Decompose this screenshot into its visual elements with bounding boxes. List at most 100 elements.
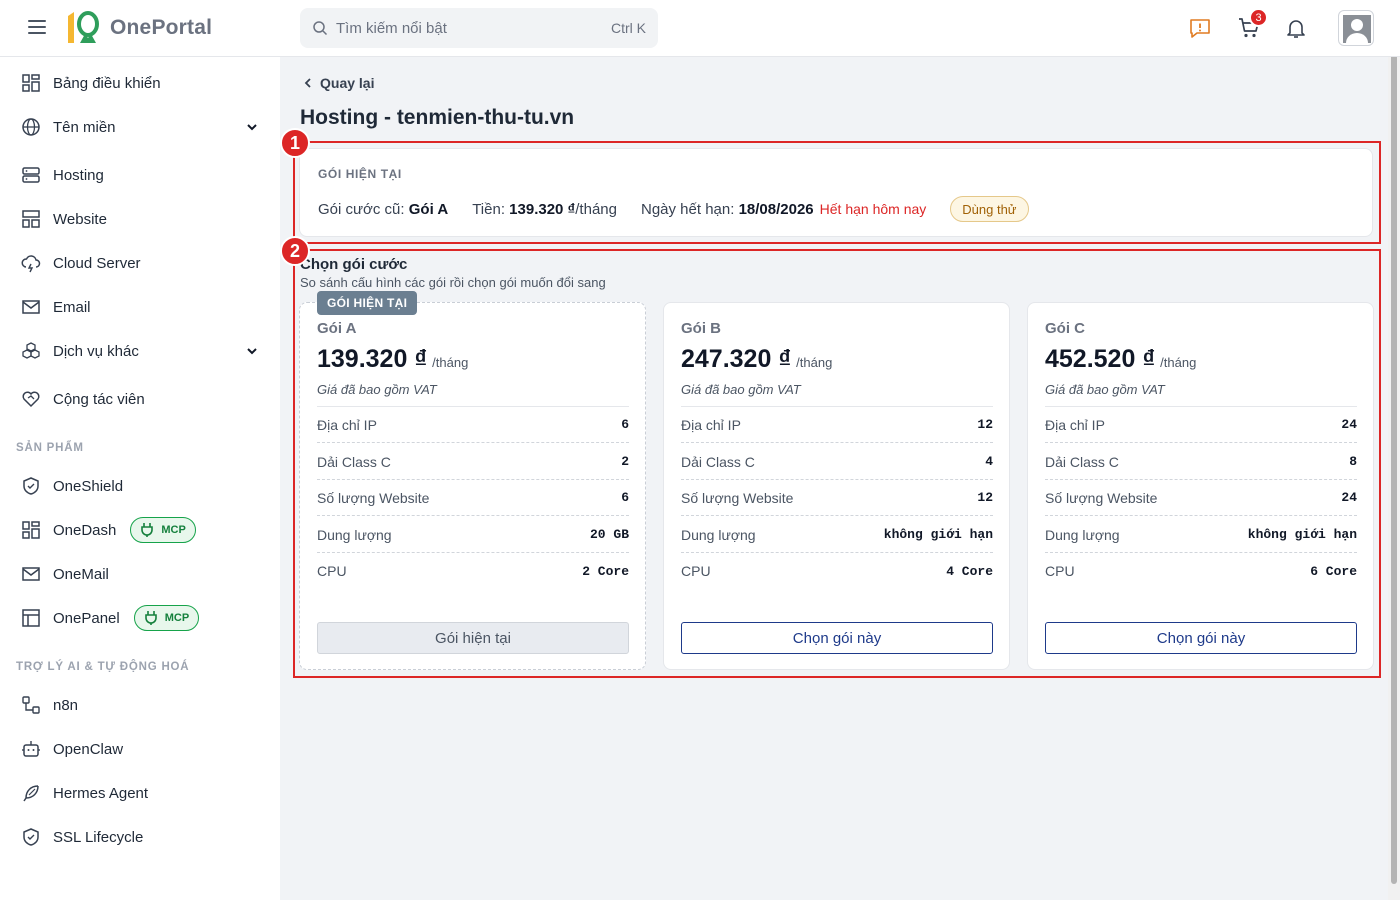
mail-icon xyxy=(20,296,42,318)
plan-price-unit: /tháng xyxy=(1160,355,1197,370)
plan-vat-note: Giá đã bao gồm VAT xyxy=(317,382,437,397)
plan-name: Gói B xyxy=(681,320,721,337)
spec-row-ip: Địa chỉ IP 12 xyxy=(681,407,993,443)
spec-key: Địa chỉ IP xyxy=(317,416,377,433)
sidebar-item-dashboard[interactable]: Bảng điều khiển xyxy=(0,63,280,103)
current-plan-button: Gói hiện tại xyxy=(317,622,629,654)
scrollbar-thumb[interactable] xyxy=(1391,4,1397,884)
sidebar-item-hosting[interactable]: Hosting xyxy=(0,155,280,195)
sidebar-item-oneshield[interactable]: OneShield xyxy=(0,466,280,506)
bell-icon[interactable] xyxy=(1284,16,1308,40)
chevron-down-icon xyxy=(247,348,257,355)
current-plan-details: Gói cước cũ: Gói A Tiền: 139.320 ₫/tháng… xyxy=(318,196,1029,222)
spec-row-storage: Dung lượng 20 GB xyxy=(317,517,629,553)
sidebar: Bảng điều khiển Tên miền Hosting Website… xyxy=(0,57,280,900)
spec-row-websites: Số lượng Website 6 xyxy=(317,480,629,516)
sidebar-item-ssl-lifecycle[interactable]: SSL Lifecycle xyxy=(0,817,280,857)
spec-row-class-c: Dải Class C 4 xyxy=(681,444,993,480)
spec-value: không giới hạn xyxy=(883,527,993,542)
spec-key: CPU xyxy=(681,563,711,579)
sidebar-item-openclaw[interactable]: OpenClaw xyxy=(0,729,280,769)
app-name: OnePortal xyxy=(110,16,213,39)
spec-value: 8 xyxy=(1349,454,1357,469)
spec-key: CPU xyxy=(1045,563,1075,579)
avatar[interactable] xyxy=(1338,10,1374,46)
plan-vat-note: Giá đã bao gồm VAT xyxy=(1045,382,1165,397)
sidebar-item-onedash[interactable]: OneDash MCP xyxy=(0,510,280,550)
workflow-icon xyxy=(20,694,42,716)
sidebar-item-cloud-server[interactable]: Cloud Server xyxy=(0,243,280,283)
section-title-products: SẢN PHẨM xyxy=(16,442,84,454)
robot-icon xyxy=(20,738,42,760)
expiry-label: Ngày hết hạn: xyxy=(640,200,735,218)
sidebar-item-onepanel[interactable]: OnePanel MCP xyxy=(0,598,280,638)
spec-row-websites: Số lượng Website 24 xyxy=(1045,480,1357,516)
globe-icon xyxy=(20,116,42,138)
sidebar-item-onemail[interactable]: OneMail xyxy=(0,554,280,594)
sidebar-item-label: Cloud Server xyxy=(53,254,141,272)
plan-price-amount: 247.320 ₫ xyxy=(681,345,792,373)
shield-icon xyxy=(20,475,42,497)
spec-key: Dung lượng xyxy=(1045,526,1120,543)
chevron-left-icon xyxy=(304,78,311,88)
menu-icon[interactable] xyxy=(28,20,46,36)
search-input[interactable] xyxy=(336,19,611,37)
sidebar-item-label: OneDash xyxy=(53,521,117,539)
price-unit: /tháng xyxy=(575,200,617,218)
sidebar-item-label: OnePanel xyxy=(53,609,120,627)
spec-key: CPU xyxy=(317,563,347,579)
back-link[interactable]: Quay lại xyxy=(302,75,374,91)
spec-value: không giới hạn xyxy=(1247,527,1357,542)
spec-key: Số lượng Website xyxy=(1045,489,1158,506)
mail-icon xyxy=(20,563,42,585)
price-label: Tiền: xyxy=(472,200,505,218)
sidebar-item-label: Tên miền xyxy=(53,118,116,136)
mcp-badge-label: MCP xyxy=(161,524,186,536)
spec-value: 12 xyxy=(977,417,993,432)
spec-key: Địa chỉ IP xyxy=(1045,416,1105,433)
expiry-value: 18/08/2026 xyxy=(738,200,814,218)
plan-price: 247.320 ₫ /tháng xyxy=(681,345,832,374)
sidebar-item-n8n[interactable]: n8n xyxy=(0,685,280,725)
sidebar-item-other-services[interactable]: Dịch vụ khác xyxy=(0,331,280,371)
app-logo[interactable]: OnePortal xyxy=(64,10,212,46)
page-scrollbar[interactable] xyxy=(1388,0,1400,900)
spec-value: 4 Core xyxy=(946,563,993,579)
cart-count-badge: 3 xyxy=(1249,8,1268,27)
select-plan-c-button[interactable]: Chọn gói này xyxy=(1045,622,1357,654)
select-plan-b-button[interactable]: Chọn gói này xyxy=(681,622,993,654)
spec-row-cpu: CPU 4 Core xyxy=(681,553,993,589)
spec-row-storage: Dung lượng không giới hạn xyxy=(681,517,993,553)
plan-select-subtitle: So sánh cấu hình các gói rồi chọn gói mu… xyxy=(300,275,606,290)
sidebar-item-label: OneShield xyxy=(53,477,124,495)
sidebar-item-label: Cộng tác viên xyxy=(53,390,145,408)
price-value: 139.320 ₫ xyxy=(509,200,576,218)
spec-key: Địa chỉ IP xyxy=(681,416,741,433)
section-title-ai: TRỢ LÝ AI & TỰ ĐỘNG HOÁ xyxy=(16,661,190,673)
plan-price-unit: /tháng xyxy=(432,355,469,370)
plan-name: Gói A xyxy=(317,320,357,337)
sidebar-item-label: Hosting xyxy=(53,166,104,184)
spec-key: Dải Class C xyxy=(1045,453,1119,470)
feedback-icon[interactable] xyxy=(1188,16,1212,40)
spec-key: Số lượng Website xyxy=(681,489,794,506)
trial-badge: Dùng thử xyxy=(950,196,1029,222)
annotation-number-2: 2 xyxy=(280,236,310,266)
sidebar-item-email[interactable]: Email xyxy=(0,287,280,327)
search-box[interactable]: Ctrl K xyxy=(300,8,658,48)
spec-row-storage: Dung lượng không giới hạn xyxy=(1045,517,1357,553)
plan-card-b: Gói B 247.320 ₫ /tháng Giá đã bao gồm VA… xyxy=(663,302,1010,670)
sidebar-item-domains[interactable]: Tên miền xyxy=(0,107,280,147)
mcp-badge: MCP xyxy=(130,517,196,543)
sidebar-item-affiliate[interactable]: Cộng tác viên xyxy=(0,379,280,419)
page-title: Hosting - tenmien-thu-tu.vn xyxy=(300,106,575,129)
spec-value: 24 xyxy=(1341,490,1357,505)
sidebar-item-hermes-agent[interactable]: Hermes Agent xyxy=(0,773,280,813)
plan-card-a: GÓI HIỆN TẠI Gói A 139.320 ₫ /tháng Giá … xyxy=(299,291,646,670)
boxes-icon xyxy=(20,340,42,362)
back-label: Quay lại xyxy=(320,75,375,91)
sidebar-item-website[interactable]: Website xyxy=(0,199,280,239)
spec-value: 24 xyxy=(1341,417,1357,432)
spec-row-class-c: Dải Class C 2 xyxy=(317,444,629,480)
sidebar-item-label: Website xyxy=(53,210,107,228)
